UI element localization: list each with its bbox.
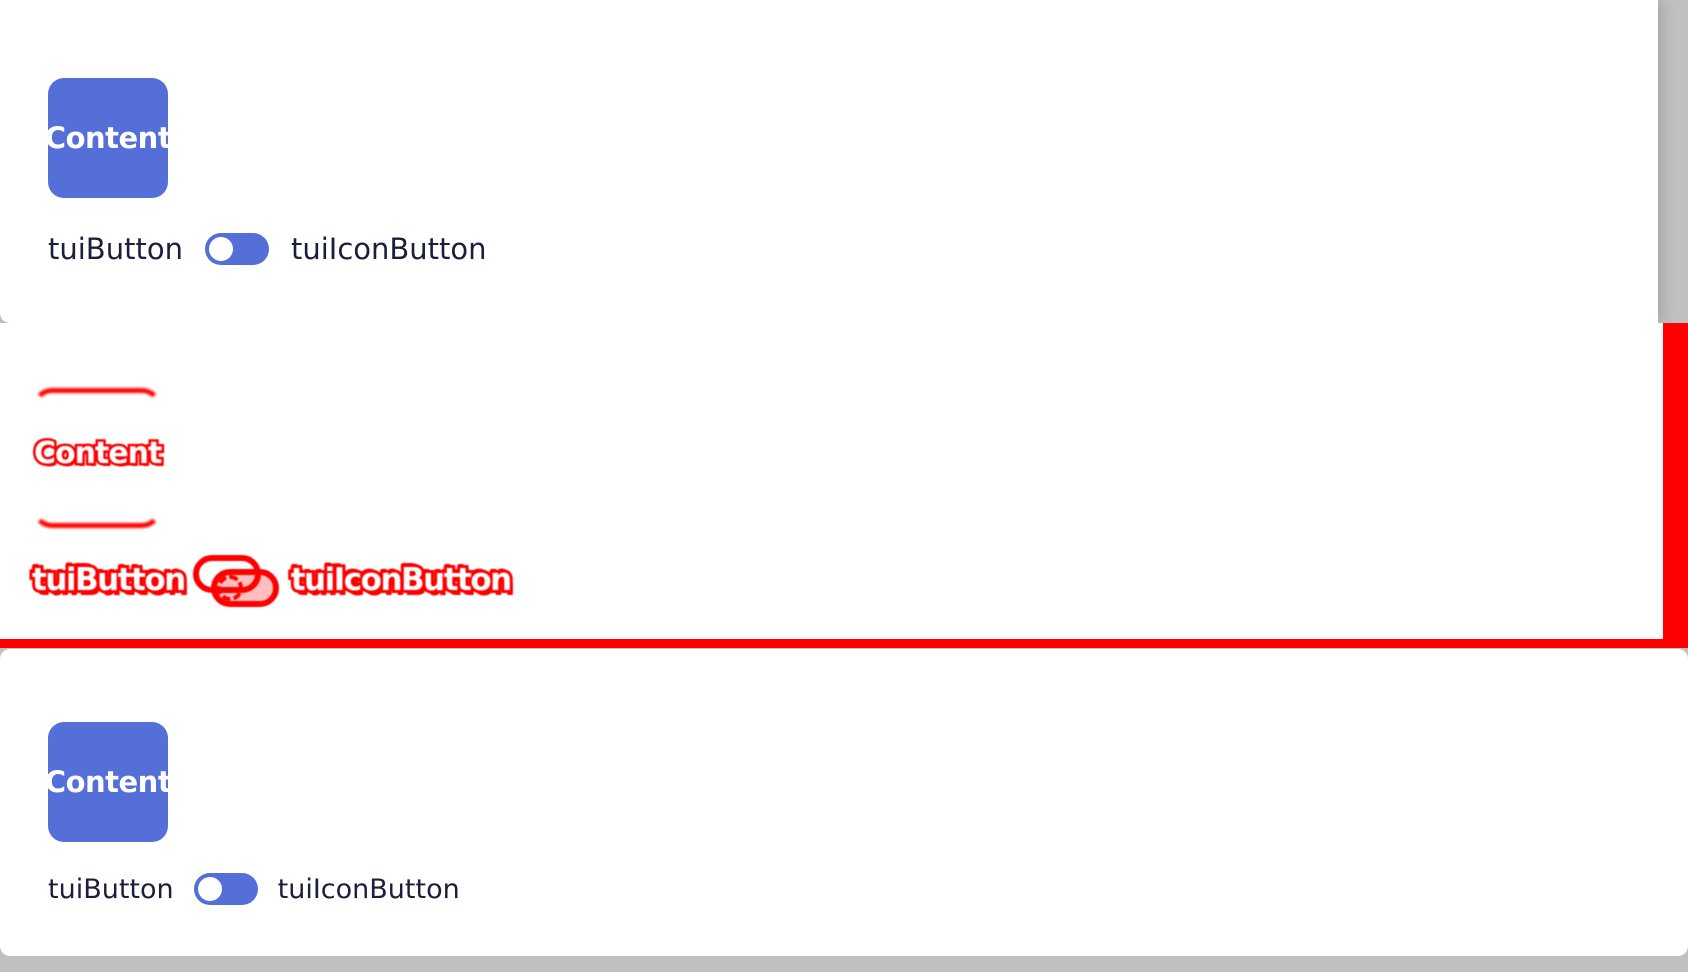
tuiiconbutton-label: tuiIconButton [290, 232, 487, 266]
button-type-toggle[interactable] [204, 233, 269, 265]
button-type-toggle[interactable] [193, 873, 258, 905]
panel-actual: Content tuiButton tuiIconButton [0, 649, 1688, 956]
button-type-toggle-row: tuiButton tuiIconButton [48, 873, 460, 905]
content-button[interactable]: Content [45, 78, 172, 198]
diff-tuibutton-label: tuiButton [29, 559, 189, 601]
toggle-knob [197, 877, 222, 901]
toggle-knob [208, 237, 233, 261]
panel-expected: Content tuiButton tuiIconButton [0, 0, 1658, 323]
tuibutton-label: tuiButton [48, 232, 183, 266]
tuiiconbutton-label: tuiIconButton [277, 873, 460, 905]
diff-toggle-icon [192, 555, 283, 607]
diff-tuiiconbutton-label: tuiIconButton [288, 559, 516, 601]
panel-diff: Content tuiButton tuiIconButton [0, 323, 1688, 648]
tuibutton-label: tuiButton [48, 873, 174, 905]
content-button[interactable]: Content [45, 722, 172, 842]
button-type-toggle-row: tuiButton tuiIconButton [48, 232, 487, 266]
diff-canvas: Content tuiButton tuiIconButton [0, 323, 1663, 639]
diff-toggle-row: tuiButton tuiIconButton [29, 555, 516, 607]
diff-content-button-text: Content [31, 434, 164, 474]
